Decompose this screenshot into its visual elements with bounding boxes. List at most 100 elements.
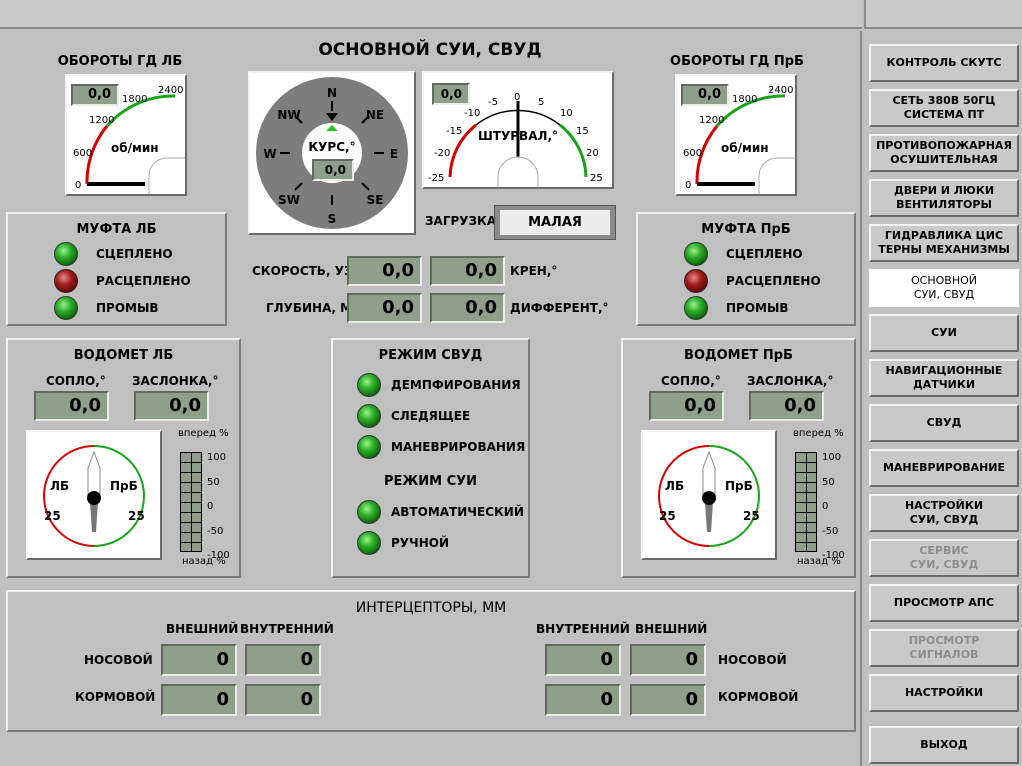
jet-right-lb: ЛБ <box>665 479 684 493</box>
int-left-outer-header: ВНЕШНИЙ <box>166 622 239 636</box>
clutch-right-led-engaged <box>684 242 708 266</box>
jet-right-prb: ПрБ <box>725 479 753 493</box>
nav-button-service-sui-svud[interactable]: СЕРВИС СУИ, СВУД <box>869 539 1019 577</box>
jet-left-dial: ЛБ ПрБ 25 25 <box>26 430 162 560</box>
int-left-stern-label: КОРМОВОЙ <box>75 690 156 704</box>
mode-svud-damping-label: ДЕМПФИРОВАНИЯ <box>391 378 521 392</box>
jet-right-dial: ЛБ ПрБ 25 25 <box>641 430 777 560</box>
jet-right-flap-label: ЗАСЛОНКА,° <box>747 374 834 388</box>
mode-sui-led-auto <box>357 500 381 524</box>
mode-sui-manual-label: РУЧНОЙ <box>391 536 450 550</box>
rpm-right-unit: об/мин <box>721 141 769 155</box>
speed-value: 0,0 <box>347 256 422 286</box>
jet-left-scale: 100 50 0 -50 -100 <box>207 446 230 569</box>
int-right-inner-header: ВНУТРЕННИЙ <box>536 622 630 636</box>
jet-right-fwd-label: вперед % <box>793 428 844 439</box>
clutch-left-led-flush <box>54 296 78 320</box>
jet-left-title: ВОДОМЕТ ЛБ <box>73 348 174 363</box>
int-right-stern-inner: 0 <box>545 684 621 716</box>
jet-right-scale-50: 50 <box>822 476 835 488</box>
compass-label: КУРС,° <box>308 140 355 154</box>
jet-right-scale: 100 50 0 -50 -100 <box>822 446 845 569</box>
jet-left-thrust-bar <box>180 452 202 552</box>
jet-right-scale-m50: -50 <box>822 525 839 537</box>
depth-value: 0,0 <box>347 293 422 323</box>
mode-svud-tracking-label: СЛЕДЯЩЕЕ <box>391 409 471 423</box>
speed-label: СКОРОСТЬ, УЗ <box>252 264 353 278</box>
nav-button-skuts-control[interactable]: КОНТРОЛЬ СКУТС <box>869 44 1019 82</box>
clutch-right-disengaged-label: РАСЦЕПЛЕНО <box>726 274 821 288</box>
clutch-left-led-engaged <box>54 242 78 266</box>
compass-gauge: N NE E SE S SW W NW КУРС,° 0,0 <box>248 71 416 235</box>
int-left-bow-outer: 0 <box>161 644 237 676</box>
compass-dir-n: N <box>327 86 337 100</box>
helm-label: ШТУРВАЛ,° <box>478 129 558 143</box>
jet-left-scale-0: 0 <box>207 501 214 512</box>
rpm-left-tick-2400: 2400 <box>158 85 183 96</box>
nav-button-power-network[interactable]: СЕТЬ 380В 50ГЦ СИСТЕМА ПТ <box>869 89 1019 127</box>
clutch-left-disengaged-label: РАСЦЕПЛЕНО <box>96 274 191 288</box>
jet-left-nozzle-label: СОПЛО,° <box>46 374 106 388</box>
interceptors-panel: ИНТЕРЦЕПТОРЫ, ММ ВНЕШНИЙ ВНУТРЕННИЙ НОСО… <box>6 590 856 732</box>
helm-tick-0: 0 <box>514 92 520 103</box>
rpm-right-tick-2400: 2400 <box>768 85 793 96</box>
roll-label: КРЕН,° <box>510 264 558 278</box>
nav-button-hydraulics[interactable]: ГИДРАВЛИКА ЦИС ТЕРНЫ МЕХАНИЗМЫ <box>869 224 1019 262</box>
compass-value: 0,0 <box>312 159 354 181</box>
trim-label: ДИФФЕРЕНТ,° <box>510 301 609 315</box>
mode-svud-maneuver-label: МАНЕВРИРОВАНИЯ <box>391 440 526 454</box>
nav-button-view-signals[interactable]: ПРОСМОТР СИГНАЛОВ <box>869 629 1019 667</box>
clutch-left-title: МУФТА ЛБ <box>76 222 157 237</box>
jet-right-scale-0: 0 <box>822 501 829 512</box>
nav-button-maneuvering[interactable]: МАНЕВРИРОВАНИЕ <box>869 449 1019 487</box>
int-left-bow-label: НОСОВОЙ <box>84 653 153 667</box>
nav-button-doors-hatches[interactable]: ДВЕРИ И ЛЮКИ ВЕНТИЛЯТОРЫ <box>869 179 1019 217</box>
helm-tick-m10: -10 <box>464 108 480 119</box>
jet-right-scale-100: 100 <box>822 452 842 463</box>
nav-button-svud[interactable]: СВУД <box>869 404 1019 442</box>
jet-right-panel: ВОДОМЕТ ПрБ СОПЛО,° ЗАСЛОНКА,° 0,0 0,0 Л… <box>621 338 856 578</box>
rpm-left-title: ОБОРОТЫ ГД ЛБ <box>57 54 183 69</box>
nav-button-nav-sensors[interactable]: НАВИГАЦИОННЫЕ ДАТЧИКИ <box>869 359 1019 397</box>
compass-dir-e: E <box>390 147 398 161</box>
mode-svud-led-maneuver <box>357 435 381 459</box>
jet-right-title: ВОДОМЕТ ПрБ <box>684 348 793 363</box>
rpm-right-tick-0: 0 <box>685 180 691 191</box>
compass-dir-sw: SW <box>278 193 300 207</box>
helm-tick-20: 20 <box>586 148 599 159</box>
helm-value: 0,0 <box>432 83 470 105</box>
mode-svud-led-tracking <box>357 404 381 428</box>
jet-left-scale-100: 100 <box>207 452 227 463</box>
rpm-left-unit: об/мин <box>111 141 159 155</box>
jet-left-25-right: 25 <box>128 509 145 523</box>
rpm-left-tick-0: 0 <box>75 180 81 191</box>
int-left-stern-inner: 0 <box>245 684 321 716</box>
rpm-left-gauge: 0 600 1200 1800 2400 об/мин 0,0 <box>65 74 187 196</box>
int-right-bow-outer: 0 <box>630 644 706 676</box>
nav-button-view-aps[interactable]: ПРОСМОТР АПС <box>869 584 1019 622</box>
nav-button-settings[interactable]: НАСТРОЙКИ <box>869 674 1019 712</box>
nav-button-fire-drainage[interactable]: ПРОТИВОПОЖАРНАЯ ОСУШИТЕЛЬНАЯ <box>869 134 1019 172</box>
helm-tick-m20: -20 <box>434 148 450 159</box>
jet-right-thrust-bar <box>795 452 817 552</box>
compass-dir-nw: NW <box>277 108 300 122</box>
rpm-right-value: 0,0 <box>681 84 729 106</box>
modes-panel: РЕЖИМ СВУД ДЕМПФИРОВАНИЯ СЛЕДЯЩЕЕ МАНЕВР… <box>331 338 530 578</box>
nav-button-sui[interactable]: СУИ <box>869 314 1019 352</box>
mode-svud-led-damping <box>357 373 381 397</box>
helm-gauge: -25 -20 -15 -10 -5 0 5 10 15 20 25 ШТУРВ… <box>422 71 614 189</box>
nav-button-main-sui-svud[interactable]: ОСНОВНОЙ СУИ, СВУД <box>869 269 1019 307</box>
jet-right-25-right: 25 <box>743 509 760 523</box>
clutch-right-title: МУФТА ПрБ <box>701 222 791 237</box>
helm-tick-25: 25 <box>590 173 603 184</box>
mode-sui-led-manual <box>357 531 381 555</box>
top-bar <box>0 0 862 29</box>
compass-dir-se: SE <box>367 193 384 207</box>
int-right-stern-label: КОРМОВОЙ <box>718 690 799 704</box>
nav-button-settings-sui-svud[interactable]: НАСТРОЙКИ СУИ, СВУД <box>869 494 1019 532</box>
compass-dir-ne: NE <box>366 108 384 122</box>
nav-button-exit[interactable]: ВЫХОД <box>869 726 1019 764</box>
jet-left-flap-value: 0,0 <box>134 391 209 421</box>
clutch-left-engaged-label: СЦЕПЛЕНО <box>96 247 173 261</box>
clutch-right-flush-label: ПРОМЫВ <box>726 301 789 315</box>
